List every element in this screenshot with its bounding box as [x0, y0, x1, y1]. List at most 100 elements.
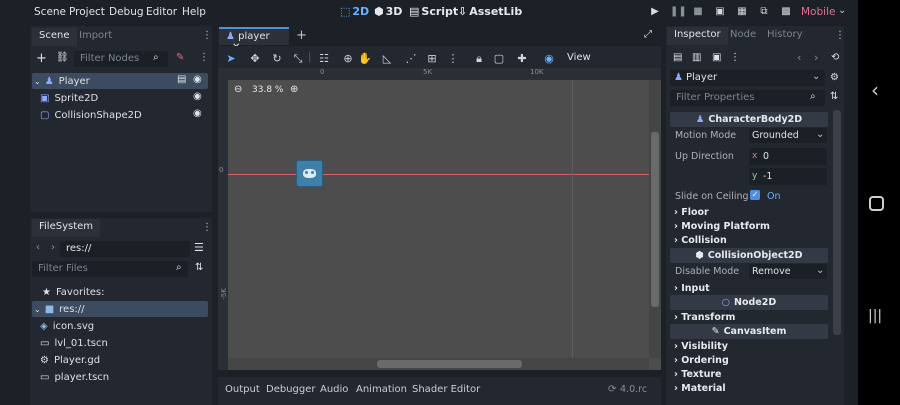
tab-node[interactable]: Node [723, 27, 763, 45]
recents-nav-icon[interactable]: ||| [868, 308, 882, 324]
tab-inspector[interactable]: Inspector [667, 27, 728, 45]
back-icon[interactable]: ‹ [36, 242, 40, 253]
tree-node-sprite2d[interactable]: ▣ Sprite2D [32, 90, 208, 106]
select-list-icon[interactable]: ☷ [317, 52, 331, 65]
renderer-selector[interactable]: Mobile [801, 6, 835, 18]
script-attach-icon[interactable]: ✎ [176, 52, 184, 63]
resource-menu-icon[interactable]: ⋮ [730, 52, 740, 63]
history-forward-icon[interactable]: › [814, 51, 818, 64]
collapse-arrow-icon[interactable]: ⌄ [34, 77, 41, 86]
scale-tool-icon[interactable]: ⤡ [291, 52, 305, 66]
folder-root[interactable]: ⌄ ■ res:// [32, 301, 208, 317]
snap-options-icon[interactable]: ⋮ [446, 52, 460, 65]
sort-icon[interactable]: ⇅ [195, 262, 203, 273]
tab-player-scene[interactable]: ♟ player ✕ [219, 27, 289, 53]
workspace-3d[interactable]: ⬢ 3D [374, 5, 402, 18]
file-item[interactable]: ◈ icon.svg [32, 318, 208, 334]
filter-files-input[interactable]: Filter Files [32, 261, 188, 277]
link-icon[interactable]: ⛓ [56, 52, 69, 63]
group-texture[interactable]: › Texture [674, 369, 721, 380]
group-moving-platform[interactable]: › Moving Platform [674, 221, 770, 232]
select-tool-icon[interactable]: ➤ [224, 52, 238, 65]
history-back-icon[interactable]: ‹ [797, 51, 801, 64]
visibility-eye-icon[interactable]: ◉ [193, 108, 202, 119]
toggle-split-icon[interactable]: ☰ [194, 241, 204, 254]
more-icon[interactable]: ⋮ [199, 52, 209, 63]
motion-mode-dropdown[interactable]: Grounded ⌄ [749, 128, 827, 143]
save-resource-icon[interactable]: ▣ [712, 52, 721, 63]
add-tab-icon[interactable]: + [296, 28, 307, 43]
zoom-out-icon[interactable]: ⊖ [234, 84, 242, 95]
menu-editor[interactable]: Editor [146, 6, 177, 18]
group-material[interactable]: › Material [674, 383, 726, 394]
group-icon[interactable]: ▢ [492, 52, 506, 65]
zoom-level[interactable]: 33.8 % [252, 85, 283, 95]
workspace-assetlib[interactable]: ⇩ AssetLib [458, 5, 522, 18]
movie-maker-button[interactable]: ▩ [779, 5, 793, 19]
node-selector[interactable]: ♟ Player ⌄ [670, 70, 825, 86]
tab-shader-editor[interactable]: Shader Editor [412, 384, 480, 395]
visibility-eye-icon[interactable]: ◉ [193, 91, 202, 102]
visibility-eye-icon[interactable]: ◉ [193, 74, 202, 85]
tab-import[interactable]: Import [72, 28, 119, 46]
group-collision[interactable]: › Collision [674, 235, 727, 246]
player-sprite[interactable] [296, 160, 323, 187]
bone-icon[interactable]: ✚ [515, 52, 529, 65]
home-nav-icon[interactable] [869, 196, 884, 211]
menu-debug[interactable]: Debug [109, 6, 144, 18]
distraction-free-icon[interactable]: ⤢ [644, 29, 652, 40]
tab-audio[interactable]: Audio [320, 384, 348, 395]
pivot-tool-icon[interactable]: ⊕ [341, 52, 355, 65]
remote-debug-button[interactable]: ▣ [713, 5, 727, 19]
menu-help[interactable]: Help [182, 6, 206, 18]
path-field[interactable]: res:// [60, 241, 190, 257]
play-button[interactable]: ▶ [648, 5, 662, 19]
file-item[interactable]: ⚙ Player.gd [32, 352, 208, 368]
menu-project[interactable]: Project [69, 6, 105, 18]
node-settings-icon[interactable]: ⚙ [830, 72, 839, 83]
file-item[interactable]: ▭ lvl_01.tscn [32, 335, 208, 351]
horizontal-scrollbar[interactable] [228, 358, 649, 370]
object-history-icon[interactable]: ⟲ [831, 52, 839, 63]
tree-node-collisionshape2d[interactable]: ▢ CollisionShape2D [32, 107, 208, 123]
disable-mode-dropdown[interactable]: Remove ⌄ [749, 264, 827, 279]
forward-icon[interactable]: › [51, 242, 55, 253]
menu-scene[interactable]: Scene [34, 6, 66, 18]
property-options-icon[interactable]: ⇅ [830, 91, 838, 102]
slide-on-ceiling-checkbox[interactable]: ✓ [750, 190, 760, 200]
group-ordering[interactable]: › Ordering [674, 355, 729, 366]
group-transform[interactable]: › Transform [674, 312, 735, 323]
view-menu[interactable]: View [567, 52, 591, 63]
dock-menu-icon[interactable]: ⋮ [202, 222, 212, 233]
dock-menu-icon[interactable]: ⋮ [835, 30, 845, 41]
collapse-arrow-icon[interactable]: ⌄ [34, 305, 41, 314]
tab-debugger[interactable]: Debugger [266, 384, 316, 395]
canvas-viewport[interactable] [228, 80, 661, 370]
zoom-in-icon[interactable]: ⊕ [290, 84, 298, 95]
new-resource-icon[interactable]: ▤ [673, 52, 682, 63]
tab-scene[interactable]: Scene [32, 28, 77, 46]
workspace-2d[interactable]: ⬚ 2D [340, 5, 369, 18]
play-custom-button[interactable]: ⧉ [757, 5, 771, 19]
group-input[interactable]: › Input [674, 283, 710, 294]
tab-filesystem[interactable]: FileSystem [32, 219, 101, 237]
open-resource-icon[interactable]: ▥ [692, 52, 701, 63]
back-nav-icon[interactable]: ‹ [871, 78, 879, 102]
favorites-row[interactable]: ★ Favorites: [32, 284, 208, 300]
file-item[interactable]: ▭ player.tscn [32, 369, 208, 385]
move-tool-icon[interactable]: ✥ [248, 52, 262, 65]
filter-properties-input[interactable]: Filter Properties [670, 90, 825, 106]
tab-history[interactable]: History [760, 27, 810, 45]
script-icon[interactable]: ▤ [177, 74, 186, 85]
scrollbar-thumb[interactable] [377, 360, 522, 368]
stop-button[interactable]: ■ [691, 5, 705, 19]
ruler-tool-icon[interactable]: ◺ [380, 52, 394, 65]
workspace-script[interactable]: ▤ Script [409, 5, 458, 18]
pan-tool-icon[interactable]: ✋ [358, 52, 372, 65]
up-direction-x-field[interactable]: x 0 [749, 148, 827, 165]
group-floor[interactable]: › Floor [674, 207, 709, 218]
scrollbar-thumb[interactable] [651, 132, 659, 307]
dock-menu-icon[interactable]: ⋮ [202, 30, 212, 41]
tab-animation[interactable]: Animation [356, 384, 407, 395]
vertical-scrollbar[interactable] [649, 80, 661, 358]
